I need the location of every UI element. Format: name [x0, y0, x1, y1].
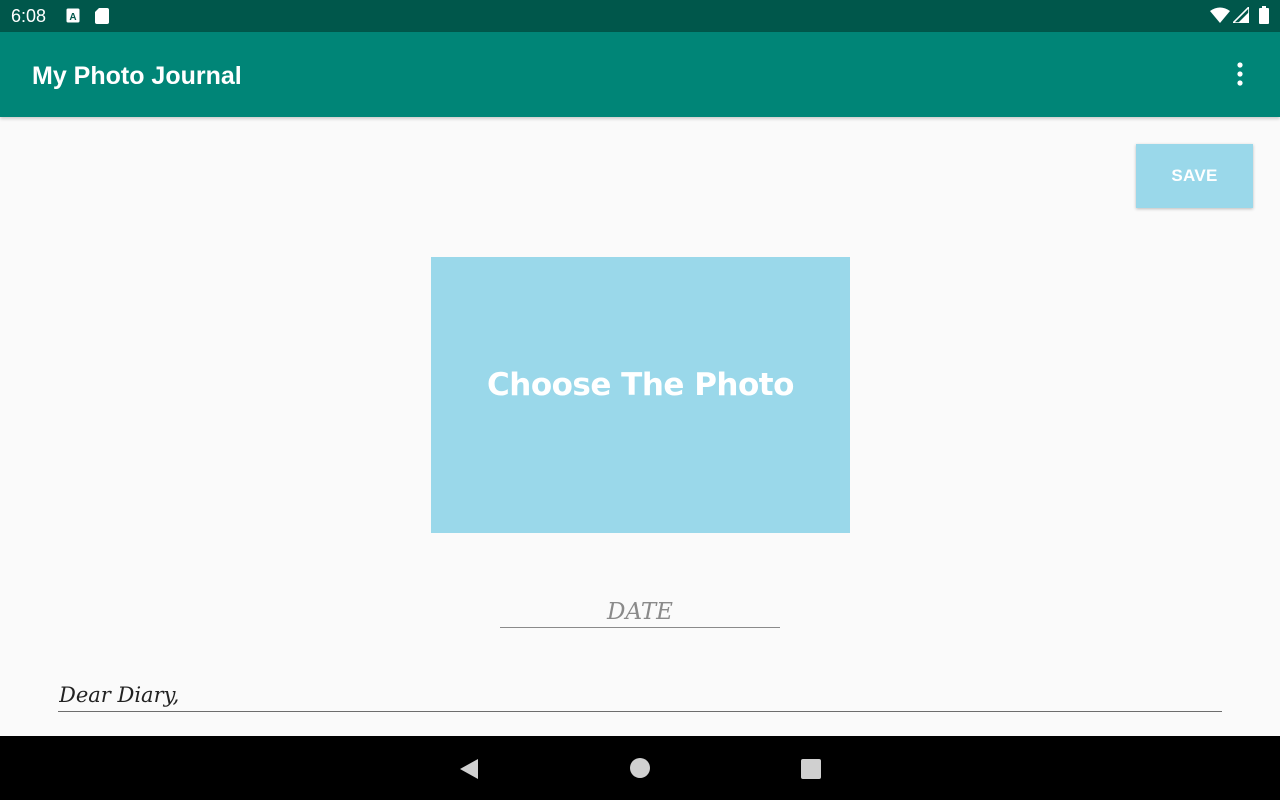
- keyboard-a-icon: A: [66, 8, 80, 29]
- choose-photo-label: Choose The Photo: [487, 367, 794, 403]
- app-title: My Photo Journal: [32, 62, 242, 90]
- back-icon[interactable]: [458, 758, 480, 785]
- date-input[interactable]: [500, 592, 780, 629]
- sd-card-icon: [95, 8, 109, 29]
- recents-icon[interactable]: [800, 758, 822, 785]
- save-button[interactable]: SAVE: [1136, 144, 1253, 208]
- diary-field-container: [58, 678, 1223, 712]
- status-time: 6:08: [11, 6, 47, 26]
- overflow-menu-icon: [1237, 62, 1243, 86]
- navigation-bar: [0, 736, 1280, 800]
- choose-photo-button[interactable]: Choose The Photo: [431, 257, 850, 533]
- svg-text:A: A: [69, 12, 76, 23]
- wifi-icon: [1210, 7, 1230, 28]
- home-icon[interactable]: [629, 757, 651, 784]
- diary-input[interactable]: [58, 678, 1223, 711]
- overflow-menu-button[interactable]: [1224, 58, 1256, 92]
- app-bar: My Photo Journal: [0, 32, 1280, 117]
- date-field-container: [500, 592, 780, 629]
- cellular-signal-icon: [1231, 5, 1250, 28]
- battery-icon: [1259, 6, 1269, 29]
- status-bar: 6:08 A: [0, 0, 1280, 32]
